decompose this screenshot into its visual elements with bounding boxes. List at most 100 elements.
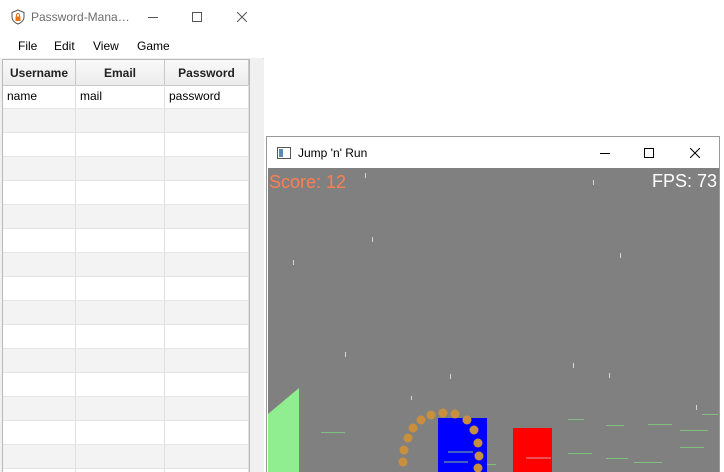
score-display: Score: 12 [269,172,347,192]
cell-email[interactable] [76,205,165,228]
cell-password[interactable] [165,133,249,156]
cell-email[interactable]: mail [76,85,165,108]
cell-username[interactable] [3,445,76,468]
game-window-title: Jump 'n' Run [298,146,368,160]
cell-password[interactable] [165,181,249,204]
cell-password[interactable] [165,301,249,324]
fps-display: FPS: 73 [651,171,717,191]
jump-trail-dot [438,408,448,418]
cell-username[interactable] [3,421,76,444]
cell-email[interactable] [76,109,165,132]
table-row[interactable] [3,133,249,157]
cell-email[interactable] [76,373,165,396]
enemy-block [513,428,552,472]
table-row[interactable] [3,325,249,349]
column-header-password[interactable]: Password [165,60,249,85]
cell-password[interactable] [165,349,249,372]
minimize-button[interactable] [131,0,175,34]
column-header-username[interactable]: Username [3,60,76,85]
cell-email[interactable] [76,229,165,252]
table-row[interactable] [3,277,249,301]
cell-username[interactable]: name [3,85,76,108]
cell-username[interactable] [3,253,76,276]
table-row[interactable] [3,109,249,133]
jump-trail-dot [462,415,472,425]
cell-username[interactable] [3,397,76,420]
cell-username[interactable] [3,205,76,228]
jump-trail-dot [399,445,409,455]
cell-password[interactable] [165,421,249,444]
cell-password[interactable] [165,157,249,180]
game-title-bar[interactable]: Jump 'n' Run [267,137,719,168]
cell-email[interactable] [76,301,165,324]
cell-username[interactable] [3,277,76,300]
menu-game[interactable]: Game [137,39,170,53]
cell-username[interactable] [3,349,76,372]
cell-email[interactable] [76,277,165,300]
cell-email[interactable] [76,397,165,420]
table-row[interactable] [3,445,249,469]
jump-trail-dot [398,457,408,467]
table-scroll-area[interactable] [250,59,264,472]
cell-email[interactable] [76,157,165,180]
column-header-email[interactable]: Email [76,60,165,85]
cell-password[interactable] [165,373,249,396]
table-row[interactable] [3,181,249,205]
cell-username[interactable] [3,181,76,204]
table-row[interactable] [3,397,249,421]
table-row[interactable]: name mail password [3,85,249,109]
menu-file[interactable]: File [18,39,37,53]
menu-view[interactable]: View [93,39,119,53]
cell-password[interactable] [165,397,249,420]
jump-trail-dot [469,425,479,435]
password-manager-window: Password-Mana… File Edit View Game Usern… [0,0,264,472]
maximize-button[interactable] [175,0,219,34]
cell-password[interactable] [165,277,249,300]
cell-email[interactable] [76,133,165,156]
table-row[interactable] [3,229,249,253]
table-row[interactable] [3,253,249,277]
table-row[interactable] [3,301,249,325]
cell-email[interactable] [76,445,165,468]
cell-password[interactable]: password [165,85,249,108]
cell-password[interactable] [165,205,249,228]
cell-email[interactable] [76,421,165,444]
cell-username[interactable] [3,109,76,132]
table-row[interactable] [3,205,249,229]
cell-password[interactable] [165,445,249,468]
menu-edit[interactable]: Edit [54,39,75,53]
table-header: Username Email Password [3,60,249,86]
cell-password[interactable] [165,253,249,276]
cell-password[interactable] [165,325,249,348]
table-row[interactable] [3,157,249,181]
jump-trail-dot [416,415,426,425]
cell-email[interactable] [76,349,165,372]
cell-email[interactable] [76,325,165,348]
jump-trail-dot [473,438,483,448]
cell-username[interactable] [3,325,76,348]
maximize-button[interactable] [627,137,671,168]
jump-trail-dot [408,423,418,433]
close-button[interactable] [673,137,717,168]
cell-password[interactable] [165,229,249,252]
table-row[interactable] [3,349,249,373]
minimize-icon [600,152,610,154]
close-button[interactable] [220,0,264,34]
pm-title-bar[interactable]: Password-Mana… [0,0,264,34]
cell-username[interactable] [3,133,76,156]
cell-email[interactable] [76,253,165,276]
cell-username[interactable] [3,229,76,252]
minimize-button[interactable] [583,137,627,168]
cell-email[interactable] [76,181,165,204]
cell-username[interactable] [3,301,76,324]
green-ramp [268,388,299,472]
table-row[interactable] [3,373,249,397]
game-canvas[interactable]: Score: 12 FPS: 73 [268,168,719,472]
cell-username[interactable] [3,157,76,180]
jump-trail-dot [403,433,413,443]
shield-lock-icon [11,9,25,25]
menu-bar: File Edit View Game [0,34,264,58]
table-row[interactable] [3,421,249,445]
cell-password[interactable] [165,109,249,132]
cell-username[interactable] [3,373,76,396]
